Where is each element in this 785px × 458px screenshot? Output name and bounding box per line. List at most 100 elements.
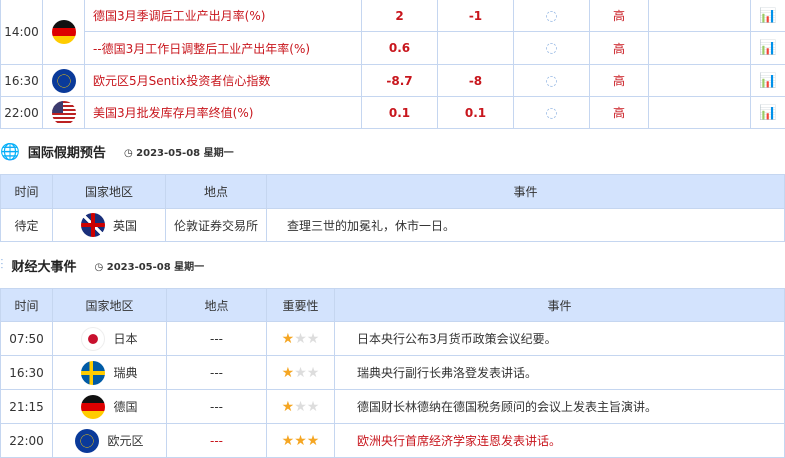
blank-cell xyxy=(649,65,751,97)
events-table: 时间国家地区地点重要性事件07:50日本---★★★日本央行公布3月货币政策会议… xyxy=(0,288,785,458)
event-row: 22:00欧元区---★★★欧洲央行首席经济学家连恩发表讲话。 xyxy=(1,424,785,458)
actual-value: 0.1 xyxy=(362,97,438,129)
indicator-row: 22:00美国3月批发库存月率终值(%)0.10.1◌高📊 xyxy=(1,97,785,129)
event-cell: 查理三世的加冕礼，休市一日。 xyxy=(267,209,785,242)
star-icon: ★ xyxy=(307,399,320,415)
indicator-row: 16:30欧元区5月Sentix投资者信心指数-8.7-8◌高📊 xyxy=(1,65,785,97)
flag-de-icon xyxy=(52,20,76,44)
indicator-name[interactable]: --德国3月工作日调整后工业产出年率(%) xyxy=(85,32,362,65)
loading-icon: ◌ xyxy=(545,8,557,24)
place-cell: 伦敦证券交易所 xyxy=(166,209,267,242)
chart-icon[interactable]: 📊 xyxy=(759,40,776,56)
star-icon: ★ xyxy=(282,433,295,449)
flag-se-icon xyxy=(81,361,105,385)
time-cell: 14:00 xyxy=(1,0,43,65)
actual-value: 0.6 xyxy=(362,32,438,65)
holiday-row: 待定英国伦敦证券交易所查理三世的加冕礼，休市一日。 xyxy=(1,209,785,242)
chart-icon[interactable]: 📊 xyxy=(759,8,776,24)
chart-cell[interactable]: 📊 xyxy=(751,0,785,32)
importance-cell: ★★★ xyxy=(267,390,335,424)
blank-cell xyxy=(649,32,751,65)
event-cell: 瑞典央行副行长弗洛登发表讲话。 xyxy=(335,356,785,390)
blank-cell xyxy=(649,97,751,129)
indicator-table: 14:00 德国3月季调后工业产出月率(%)2-1 ◌ 高 📊 --德国3月工作日调整后工… xyxy=(0,0,785,129)
country-name: 英国 xyxy=(113,217,137,234)
country-name: 瑞典 xyxy=(113,364,137,381)
importance-cell: ★★★ xyxy=(267,356,335,390)
importance: 高 xyxy=(590,65,649,97)
forecast-value xyxy=(438,32,514,65)
column-header: 地点 xyxy=(166,175,267,209)
chart-icon[interactable]: 📊 xyxy=(759,73,776,89)
chart-cell[interactable]: 📊 xyxy=(751,32,785,65)
indicator-row: 14:00德国3月季调后工业产出月率(%)2-1◌高📊 xyxy=(1,0,785,32)
star-icon: ★ xyxy=(307,433,320,449)
star-icon: ★ xyxy=(282,331,295,347)
country-cell: 日本 xyxy=(53,322,167,356)
event-cell: 德国财长林德纳在德国税务顾问的会议上发表主旨演讲。 xyxy=(335,390,785,424)
loading-icon: ◌ xyxy=(545,73,557,89)
column-header: 地点 xyxy=(167,289,267,322)
forecast-value: 0.1 xyxy=(438,97,514,129)
flag-cell xyxy=(43,65,85,97)
flag-eu-icon xyxy=(52,69,76,93)
place-cell: --- xyxy=(167,424,267,458)
place-cell: --- xyxy=(167,322,267,356)
importance-cell: ★★★ xyxy=(267,322,335,356)
star-icon: ★ xyxy=(294,365,307,381)
time-cell: 16:30 xyxy=(1,65,43,97)
country-name: 欧元区 xyxy=(107,432,143,449)
time-cell: 07:50 xyxy=(1,322,53,356)
column-header: 时间 xyxy=(1,175,53,209)
indicator-row: --德国3月工作日调整后工业产出年率(%)0.6◌高📊 xyxy=(1,32,785,65)
event-row: 07:50日本---★★★日本央行公布3月货币政策会议纪要。 xyxy=(1,322,785,356)
column-header: 事件 xyxy=(335,289,785,322)
holiday-table: 时间国家地区地点事件待定英国伦敦证券交易所查理三世的加冕礼，休市一日。 xyxy=(0,174,785,242)
time-cell: 16:30 xyxy=(1,356,53,390)
indicator-name[interactable]: 德国3月季调后工业产出月率(%) xyxy=(85,0,362,32)
importance-cell: ★★★ xyxy=(267,424,335,458)
forecast-value: -8 xyxy=(438,65,514,97)
time-cell: 21:15 xyxy=(1,390,53,424)
loading-icon: ◌ xyxy=(545,105,557,121)
status-cell: ◌ xyxy=(514,0,590,32)
globe-icon: 🌐 xyxy=(0,142,20,161)
actual-value: 2 xyxy=(362,0,438,32)
holiday-section-header: 🌐 国际假期预告 ◷ 2023-05-08 星期一 xyxy=(0,139,234,163)
flag-eu-icon xyxy=(75,429,99,453)
flag-de-icon xyxy=(81,395,105,419)
indicator-name[interactable]: 欧元区5月Sentix投资者信心指数 xyxy=(85,65,362,97)
country-cell: 德国 xyxy=(53,390,167,424)
place-cell: --- xyxy=(167,390,267,424)
event-cell: 日本央行公布3月货币政策会议纪要。 xyxy=(335,322,785,356)
star-icon: ★ xyxy=(282,365,295,381)
time-cell: 22:00 xyxy=(1,97,43,129)
flag-cell xyxy=(43,0,85,65)
blank-cell xyxy=(649,0,751,32)
importance: 高 xyxy=(590,32,649,65)
flag-cell xyxy=(43,97,85,129)
star-icon: ★ xyxy=(307,365,320,381)
chart-cell[interactable]: 📊 xyxy=(751,97,785,129)
events-section-header: ⫶ 财经大事件 ◷ 2023-05-08 星期一 xyxy=(0,253,204,277)
country-name: 德国 xyxy=(113,398,137,415)
star-icon: ★ xyxy=(282,399,295,415)
event-cell: 欧洲央行首席经济学家连恩发表讲话。 xyxy=(335,424,785,458)
indicator-name[interactable]: 美国3月批发库存月率终值(%) xyxy=(85,97,362,129)
column-header: 国家地区 xyxy=(53,175,166,209)
status-cell: ◌ xyxy=(514,65,590,97)
importance: 高 xyxy=(590,0,649,32)
flag-us-icon xyxy=(52,101,76,125)
events-date: 2023-05-08 星期一 xyxy=(107,262,204,273)
forecast-value: -1 xyxy=(438,0,514,32)
star-icon: ★ xyxy=(307,331,320,347)
star-icon: ★ xyxy=(294,331,307,347)
chart-icon[interactable]: 📊 xyxy=(759,105,776,121)
chart-cell[interactable]: 📊 xyxy=(751,65,785,97)
time-cell: 22:00 xyxy=(1,424,53,458)
star-icon: ★ xyxy=(294,399,307,415)
country-cell: 英国 xyxy=(53,209,166,242)
holiday-date: 2023-05-08 星期一 xyxy=(136,148,233,159)
sliders-icon: ⫶ xyxy=(0,257,4,273)
star-icon: ★ xyxy=(294,433,307,449)
